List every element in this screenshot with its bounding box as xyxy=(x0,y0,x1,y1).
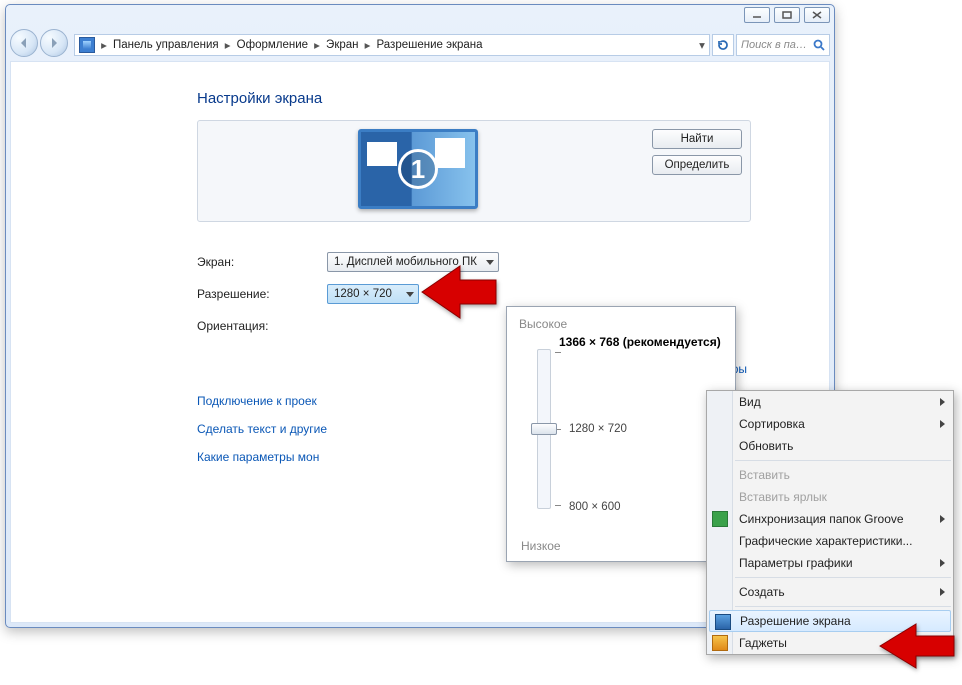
context-menu-item[interactable]: Сортировка xyxy=(707,413,953,435)
chevron-right-icon xyxy=(940,559,945,567)
breadcrumb-seg[interactable]: Панель управления xyxy=(111,39,221,51)
breadcrumb-dropdown-icon[interactable]: ▾ xyxy=(695,38,709,52)
resolution-value: 1280 × 720 xyxy=(334,288,392,300)
screen-value: 1. Дисплей мобильного ПК xyxy=(334,256,477,268)
display-icon xyxy=(715,614,731,630)
close-button[interactable] xyxy=(804,7,830,23)
chevron-right-icon: ▸ xyxy=(361,38,375,52)
breadcrumb[interactable]: ▸ Панель управления ▸ Оформление ▸ Экран… xyxy=(74,34,710,56)
slider-thumb[interactable] xyxy=(531,423,557,435)
groove-icon xyxy=(712,511,728,527)
context-menu-item[interactable]: Синхронизация папок Groove xyxy=(707,508,953,530)
refresh-button[interactable] xyxy=(712,34,734,56)
context-menu-separator xyxy=(735,606,951,607)
monitor-preview[interactable]: 1 xyxy=(358,129,478,209)
context-menu-item[interactable]: Разрешение экрана xyxy=(709,610,951,632)
context-menu-separator xyxy=(735,577,951,578)
search-input[interactable]: Поиск в па… xyxy=(736,34,830,56)
screen-label: Экран: xyxy=(197,255,234,269)
chevron-down-icon xyxy=(406,292,414,297)
context-menu-item[interactable]: Параметры графики xyxy=(707,552,953,574)
search-icon xyxy=(813,39,825,51)
chevron-right-icon xyxy=(940,420,945,428)
context-menu-item[interactable]: Обновить xyxy=(707,435,953,457)
resolution-label: Разрешение: xyxy=(197,287,270,301)
search-placeholder: Поиск в па… xyxy=(741,39,813,51)
find-button[interactable]: Найти xyxy=(652,129,742,149)
chevron-right-icon: ▸ xyxy=(221,38,235,52)
desktop-context-menu: ВидСортировкаОбновить ВставитьВставить яр… xyxy=(706,390,954,655)
text-size-link[interactable]: Сделать текст и другие xyxy=(197,422,327,436)
slider-recommended-label: 1366 × 768 (рекомендуется) xyxy=(559,335,723,349)
forward-button[interactable] xyxy=(40,29,68,57)
chevron-right-icon xyxy=(940,515,945,523)
monitor-preview-box: 1 Найти Определить xyxy=(197,120,751,222)
context-menu-item[interactable]: Гаджеты xyxy=(707,632,953,654)
window-controls xyxy=(744,7,830,23)
control-panel-icon xyxy=(79,37,95,53)
chevron-right-icon: ▸ xyxy=(310,38,324,52)
chevron-right-icon: ▸ xyxy=(97,38,111,52)
context-menu-separator xyxy=(735,460,951,461)
context-menu-item[interactable]: Графические характеристики... xyxy=(707,530,953,552)
back-button[interactable] xyxy=(10,29,38,57)
breadcrumb-seg[interactable]: Оформление xyxy=(235,39,310,51)
page-title: Настройки экрана xyxy=(197,90,322,107)
context-menu-item[interactable]: Вид xyxy=(707,391,953,413)
slider-low-label: Низкое xyxy=(521,539,561,553)
resolution-slider-popup: Высокое 1366 × 768 (рекомендуется) 1280 … xyxy=(506,306,736,562)
breadcrumb-seg[interactable]: Экран xyxy=(324,39,360,51)
projector-link[interactable]: Подключение к проек xyxy=(197,394,317,408)
slider-current-label: 1280 × 720 xyxy=(569,423,627,435)
gadget-icon xyxy=(712,635,728,651)
nav-history-buttons xyxy=(10,27,74,59)
monitor-number-badge: 1 xyxy=(398,149,438,189)
orientation-label: Ориентация: xyxy=(197,319,268,333)
chevron-right-icon xyxy=(940,588,945,596)
chevron-down-icon xyxy=(486,260,494,265)
context-menu-item: Вставить ярлык xyxy=(707,486,953,508)
nav-bar: ▸ Панель управления ▸ Оформление ▸ Экран… xyxy=(10,33,830,57)
context-menu-item[interactable]: Создать xyxy=(707,581,953,603)
breadcrumb-seg[interactable]: Разрешение экрана xyxy=(375,39,485,51)
slider-min-label: 800 × 600 xyxy=(569,501,620,513)
screen-combobox[interactable]: 1. Дисплей мобильного ПК xyxy=(327,252,499,272)
context-menu-item: Вставить xyxy=(707,464,953,486)
minimize-button[interactable] xyxy=(744,7,770,23)
slider-high-label: Высокое xyxy=(519,317,723,331)
slider-tick xyxy=(555,352,561,353)
maximize-button[interactable] xyxy=(774,7,800,23)
chevron-right-icon xyxy=(940,398,945,406)
slider-tick xyxy=(555,505,561,506)
best-params-link[interactable]: Какие параметры мон xyxy=(197,450,319,464)
resolution-combobox[interactable]: 1280 × 720 xyxy=(327,284,419,304)
detect-button[interactable]: Определить xyxy=(652,155,742,175)
